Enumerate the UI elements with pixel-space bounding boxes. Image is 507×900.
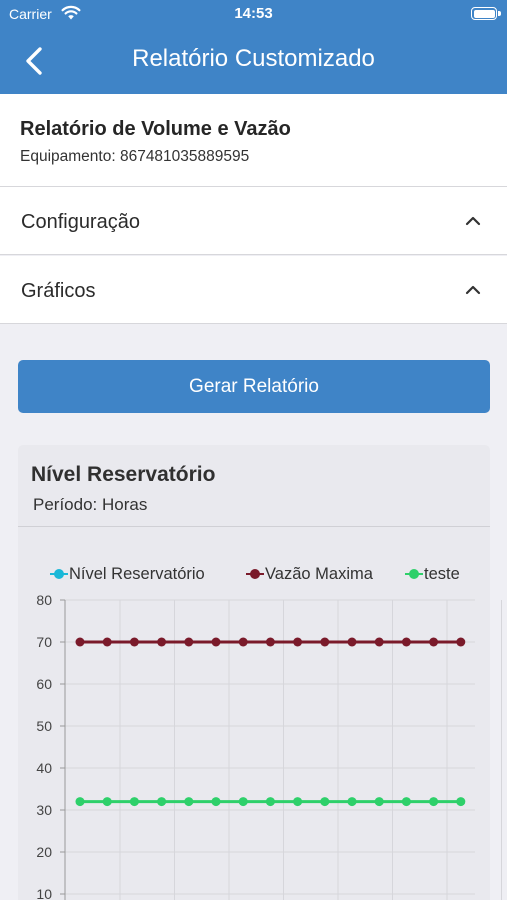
data-point	[238, 797, 248, 807]
data-point	[293, 637, 303, 647]
data-point	[75, 637, 85, 647]
y-tick-label: 60	[36, 676, 52, 692]
y-tick-label: 40	[36, 760, 52, 776]
data-point	[211, 797, 221, 807]
data-point	[456, 797, 466, 807]
data-point	[401, 797, 411, 807]
data-point	[102, 797, 112, 807]
data-point	[293, 797, 303, 807]
data-point	[374, 797, 384, 807]
data-point	[320, 637, 330, 647]
data-point	[102, 637, 112, 647]
y-tick-label: 10	[36, 886, 52, 900]
data-point	[211, 637, 221, 647]
data-point	[238, 637, 248, 647]
y-tick-label: 70	[36, 634, 52, 650]
data-point	[429, 797, 439, 807]
data-point	[129, 637, 139, 647]
data-point	[184, 797, 194, 807]
y-tick-label: 80	[36, 592, 52, 608]
data-point	[157, 797, 167, 807]
line-chart: 80 70 60 50 40 30 20 10	[36, 592, 502, 900]
data-point	[347, 637, 357, 647]
data-point	[320, 797, 330, 807]
data-point	[429, 637, 439, 647]
data-point	[265, 797, 275, 807]
data-point	[347, 797, 357, 807]
data-point	[374, 637, 384, 647]
data-point	[456, 637, 466, 647]
y-tick-label: 20	[36, 844, 52, 860]
data-point	[184, 637, 194, 647]
data-point	[157, 637, 167, 647]
y-tick-label: 50	[36, 718, 52, 734]
data-point	[265, 637, 275, 647]
y-tick-label: 30	[36, 802, 52, 818]
data-point	[129, 797, 139, 807]
data-point	[401, 637, 411, 647]
data-point	[75, 797, 85, 807]
